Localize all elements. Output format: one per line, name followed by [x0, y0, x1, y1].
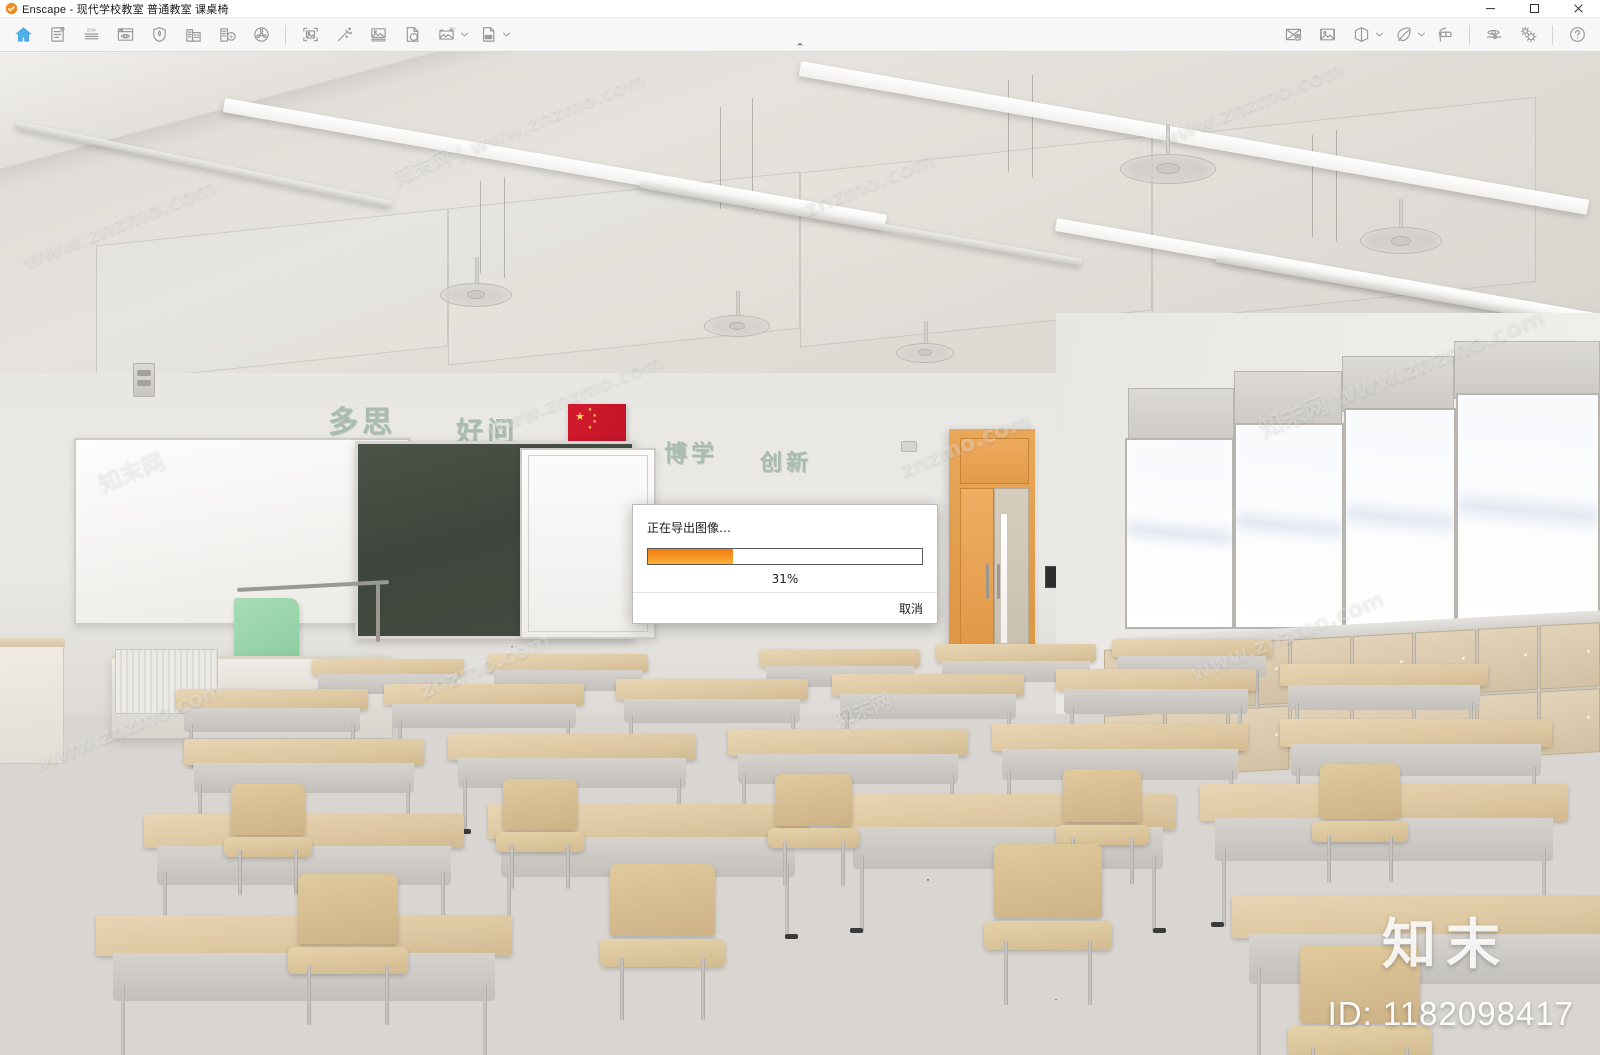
- collapse-glyph: ⌃: [795, 42, 805, 54]
- export-progress-dialog: 正在导出图像… 31% 取消: [632, 504, 938, 624]
- student-chair[interactable]: [984, 844, 1112, 1005]
- energy-analysis-icon[interactable]: [210, 20, 244, 50]
- wall-speaker: [132, 362, 155, 397]
- notes-icon[interactable]: [40, 20, 74, 50]
- progress-percent-label: 31%: [771, 572, 799, 586]
- toolbar-mid-group: 360: [293, 20, 513, 50]
- close-button[interactable]: [1556, 0, 1600, 18]
- enscape-window: Enscape - 现代学校教室 普通教室 课桌椅 BIM 360 ⌃ 多思 好…: [0, 0, 1600, 1055]
- toolbar-divider-3: [1552, 24, 1553, 45]
- dialog-footer: 取消: [633, 592, 937, 623]
- ceiling-fan: [1360, 199, 1442, 255]
- cancel-button[interactable]: 取消: [899, 600, 923, 617]
- ceiling-panel: [96, 208, 448, 385]
- render-image-icon[interactable]: [361, 20, 395, 50]
- toolbar-left-group: BIM: [6, 20, 278, 50]
- minimize-button[interactable]: [1468, 0, 1512, 18]
- toolbar-divider-1: [285, 24, 286, 45]
- progress-bar-fill: [648, 549, 733, 564]
- view-location-icon[interactable]: [1276, 20, 1310, 50]
- render-region-icon[interactable]: [293, 20, 327, 50]
- wall-camera: [900, 441, 917, 453]
- home-icon[interactable]: [6, 20, 40, 50]
- eye-slider-icon[interactable]: [1477, 20, 1511, 50]
- dialog-body: 正在导出图像… 31%: [633, 505, 937, 592]
- student-chair[interactable]: [1288, 944, 1432, 1055]
- visual-settings-icon[interactable]: [108, 20, 142, 50]
- bim-icon[interactable]: BIM: [74, 20, 108, 50]
- vr-headset-icon[interactable]: [1428, 20, 1462, 50]
- wall-slogan-1: 多思: [328, 404, 396, 440]
- panorama-360-icon[interactable]: 360: [429, 20, 463, 50]
- window-blind[interactable]: [1233, 370, 1343, 428]
- gear-icon[interactable]: [1511, 20, 1545, 50]
- enscape-logo-icon: [0, 2, 22, 15]
- batch-render-icon[interactable]: [395, 20, 429, 50]
- site-context-icon[interactable]: [176, 20, 210, 50]
- help-circle-icon[interactable]: [1560, 20, 1594, 50]
- ceiling-rail: [15, 121, 393, 208]
- magic-wand-icon[interactable]: [327, 20, 361, 50]
- svg-text:BIM: BIM: [87, 28, 95, 34]
- window-blind[interactable]: [1128, 388, 1234, 443]
- export-exe-icon[interactable]: [471, 20, 505, 50]
- dialog-title: 正在导出图像…: [647, 521, 732, 535]
- title-bar: Enscape - 现代学校教室 普通教室 课桌椅: [0, 0, 1600, 18]
- render-viewport[interactable]: 多思 好问 博学 创新 ★ ★ ★ ★ ★ www.znzmo.com 知末网 …: [0, 52, 1600, 1055]
- wall-slogan-4: 创新: [760, 450, 813, 476]
- student-chair[interactable]: [1312, 764, 1408, 883]
- student-chair[interactable]: [496, 779, 584, 890]
- window-blind[interactable]: [1342, 355, 1455, 413]
- ceiling-panel: [1152, 96, 1536, 322]
- ceiling-fan: [896, 320, 954, 363]
- cube-projection-icon[interactable]: [1344, 20, 1378, 50]
- asset-library-icon[interactable]: [142, 20, 176, 50]
- film-reel-icon[interactable]: [244, 20, 278, 50]
- ceiling-fan: [704, 290, 770, 337]
- ceiling-fan: [440, 256, 512, 307]
- ceiling-fan: [1120, 123, 1216, 184]
- progress-bar: [647, 548, 923, 565]
- feather-quality-icon[interactable]: [1386, 20, 1420, 50]
- china-flag-icon: ★ ★ ★ ★ ★: [568, 403, 626, 442]
- maximize-button[interactable]: [1512, 0, 1556, 18]
- toolbar-right-group: [1276, 20, 1594, 50]
- main-toolbar: BIM 360 ⌃: [0, 18, 1600, 54]
- student-chair[interactable]: [768, 774, 860, 887]
- wall-slogan-3: 博学: [664, 441, 718, 468]
- toolbar-divider-2: [1469, 24, 1470, 45]
- window-title: Enscape - 现代学校教室 普通教室 课桌椅: [22, 3, 229, 16]
- student-chair[interactable]: [288, 874, 408, 1025]
- favorite-views-icon[interactable]: [1310, 20, 1344, 50]
- window-blind[interactable]: [1454, 340, 1600, 400]
- window-controls: [1468, 0, 1600, 18]
- student-chair[interactable]: [600, 864, 725, 1020]
- door-transom: [960, 438, 1029, 485]
